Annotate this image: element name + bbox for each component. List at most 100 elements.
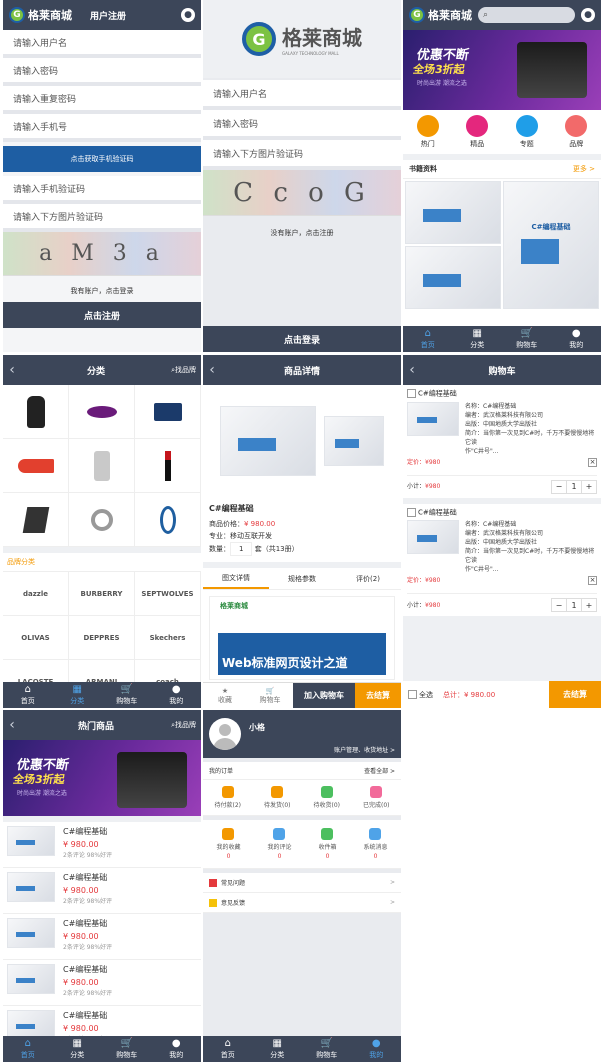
favorite-button[interactable]: ★ 收藏 — [203, 683, 247, 708]
item-thumbnail[interactable] — [407, 401, 459, 436]
hot-product-item[interactable]: C#编程基础 ¥ 980.00 2条评论 98%好评 — [3, 960, 201, 1006]
tab-home[interactable]: ⌂ 首页 — [3, 1036, 53, 1062]
quantity-value[interactable]: 1 — [566, 599, 581, 611]
tab-category[interactable]: ▦ 分类 — [53, 1036, 103, 1062]
sms-code-input[interactable]: 请输入手机验证码 — [3, 176, 201, 204]
category-lipstick[interactable] — [135, 439, 201, 493]
quick-nav-item[interactable]: 精品 — [466, 115, 489, 149]
back-icon[interactable]: ‹ — [403, 362, 421, 378]
detail-tab[interactable]: 规格参数 — [269, 568, 335, 589]
book-box-image[interactable] — [405, 181, 501, 244]
quick-nav-item[interactable]: 热门 — [416, 115, 439, 149]
get-sms-code-button[interactable]: 点击获取手机验证码 — [3, 146, 201, 172]
tab-cart[interactable]: 🛒 购物车 — [502, 326, 552, 352]
item-checkbox[interactable] — [407, 507, 416, 517]
back-icon[interactable]: ‹ — [3, 362, 21, 378]
quantity-value[interactable]: 1 — [566, 480, 581, 493]
brand-logo-cell[interactable]: Skechers — [135, 616, 201, 660]
hot-banner[interactable]: 优惠不断 全场3折起 时尚出游 潮流之选 — [3, 740, 201, 816]
login-captcha-image[interactable]: C c o G — [203, 170, 401, 216]
item-thumbnail[interactable] — [407, 520, 459, 554]
avatar[interactable] — [209, 718, 241, 750]
order-status-item[interactable]: 待收货(0) — [314, 786, 340, 809]
register-link[interactable]: 没有账户，点击注册 — [203, 216, 401, 244]
remove-item-icon[interactable]: × — [588, 576, 597, 585]
brand-logo-cell[interactable]: DEPPRES — [69, 616, 135, 660]
view-all-orders-link[interactable]: 查看全部 > — [364, 766, 395, 775]
brand-logo-cell[interactable]: SEPTWOLVES — [135, 572, 201, 616]
add-to-cart-button[interactable]: 加入购物车 — [293, 683, 355, 708]
detail-tab[interactable]: 图文详情 — [203, 568, 269, 589]
category-racket[interactable] — [135, 493, 201, 547]
find-brand-link[interactable]: ⌕找品牌 — [171, 365, 201, 375]
search-input[interactable]: ⌕ — [478, 7, 575, 23]
register-submit-button[interactable]: 点击注册 — [3, 302, 201, 328]
find-brand-link[interactable]: ⌕找品牌 — [171, 720, 201, 730]
tab-mine[interactable]: ● 我的 — [152, 682, 202, 708]
user-menu-item[interactable]: 常见问题 > — [203, 873, 401, 893]
tab-category[interactable]: ▦ 分类 — [253, 1036, 303, 1062]
user-icon[interactable]: ● — [581, 8, 595, 22]
user-stat-item[interactable]: 收件箱 0 — [318, 828, 337, 860]
book-set-image[interactable]: C#编程基础 — [503, 181, 599, 309]
hot-product-item[interactable]: C#编程基础 ¥ 980.00 2条评论 98%好评 — [3, 868, 201, 914]
tab-mine[interactable]: ● 我的 — [552, 326, 602, 352]
username-input[interactable]: 请输入用户名 — [3, 30, 201, 58]
login-submit-button[interactable]: 点击登录 — [203, 326, 401, 352]
tab-cart[interactable]: 🛒 购物车 — [102, 682, 152, 708]
tab-mine[interactable]: ● 我的 — [152, 1036, 202, 1062]
decrement-button[interactable]: − — [552, 481, 566, 493]
category-camera[interactable] — [135, 385, 201, 439]
user-menu-item[interactable]: 意见反馈 > — [203, 893, 401, 913]
decrement-button[interactable]: − — [552, 599, 566, 611]
quick-nav-item[interactable]: 专题 — [515, 115, 538, 149]
login-password-input[interactable]: 请输入密码 — [203, 110, 401, 140]
qty-value[interactable]: 1 — [230, 542, 253, 556]
quick-nav-item[interactable]: 品牌 — [565, 115, 588, 149]
item-checkbox[interactable] — [407, 389, 416, 398]
tab-mine[interactable]: ● 我的 — [352, 1036, 402, 1062]
tab-cart[interactable]: 🛒 购物车 — [302, 1036, 352, 1062]
user-stat-item[interactable]: 系统消息 0 — [363, 828, 388, 860]
cart-checkout-button[interactable]: 去结算 — [549, 681, 601, 708]
category-juicer[interactable] — [69, 439, 135, 493]
category-knives[interactable] — [3, 493, 69, 547]
back-icon[interactable]: ‹ — [203, 362, 221, 378]
order-status-item[interactable]: 待付款(2) — [215, 786, 241, 809]
order-status-item[interactable]: 已完成(0) — [363, 786, 390, 809]
login-username-input[interactable]: 请输入用户名 — [203, 80, 401, 110]
user-stat-item[interactable]: 我的收藏 0 — [216, 828, 241, 860]
home-banner[interactable]: 优惠不断 全场3折起 时尚出游 潮流之选 — [403, 30, 601, 110]
remove-item-icon[interactable]: × — [588, 457, 597, 467]
cart-link-button[interactable]: 🛒 购物车 — [247, 683, 293, 708]
user-stat-item[interactable]: 我的评论 0 — [267, 828, 292, 860]
checkout-button[interactable]: 去结算 — [355, 683, 401, 708]
brand-logo-cell[interactable]: OLIVAS — [3, 616, 69, 660]
password-input[interactable]: 请输入密码 — [3, 58, 201, 86]
more-link[interactable]: 更多 > — [573, 164, 595, 174]
captcha-input[interactable]: 请输入下方图片验证码 — [3, 204, 201, 232]
category-stool[interactable] — [69, 385, 135, 439]
tab-category[interactable]: ▦ 分类 — [53, 682, 103, 708]
category-heels[interactable] — [3, 439, 69, 493]
tab-home[interactable]: ⌂ 首页 — [403, 326, 453, 352]
back-icon[interactable]: ‹ — [3, 717, 21, 733]
login-captcha-input[interactable]: 请输入下方图片验证码 — [203, 140, 401, 170]
select-all-checkbox[interactable] — [408, 690, 417, 699]
book-box-image[interactable] — [405, 246, 501, 309]
captcha-image[interactable]: a M 3 a — [3, 232, 201, 276]
tab-category[interactable]: ▦ 分类 — [453, 326, 503, 352]
phone-input[interactable]: 请输入手机号 — [3, 114, 201, 142]
brand-logo-cell[interactable]: BURBERRY — [69, 572, 135, 616]
category-watch[interactable] — [69, 493, 135, 547]
hot-product-item[interactable]: C#编程基础 ¥ 980.00 2条评论 98%好评 — [3, 914, 201, 960]
hot-product-item[interactable]: C#编程基础 ¥ 980.00 2条评论 98%好评 — [3, 822, 201, 868]
user-icon[interactable]: ● — [181, 8, 195, 22]
category-backpack[interactable] — [3, 385, 69, 439]
brand-logo-cell[interactable]: dazzle — [3, 572, 69, 616]
order-status-item[interactable]: 待发货(0) — [264, 786, 291, 809]
increment-button[interactable]: + — [581, 599, 596, 611]
tab-cart[interactable]: 🛒 购物车 — [102, 1036, 152, 1062]
repeat-password-input[interactable]: 请输入重复密码 — [3, 86, 201, 114]
increment-button[interactable]: + — [581, 480, 596, 493]
